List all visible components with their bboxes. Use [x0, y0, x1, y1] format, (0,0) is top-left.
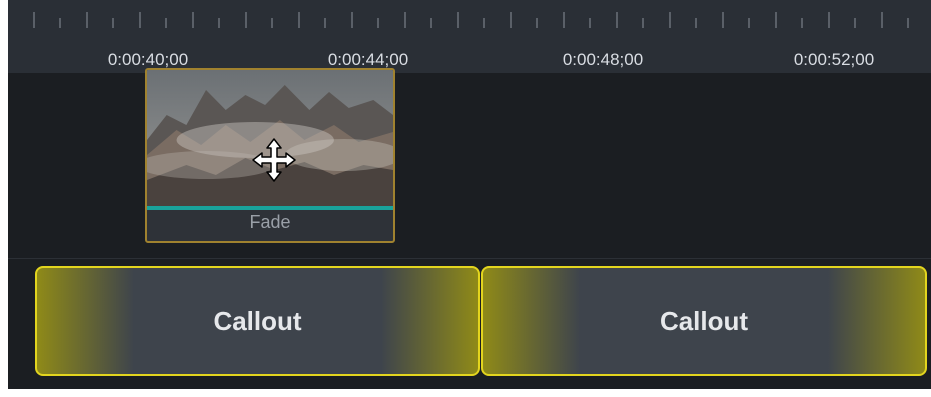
move-cursor-icon: [252, 138, 296, 182]
callout-label: Callout: [213, 305, 302, 336]
ruler-label-0-48: 0:00:48;00: [562, 50, 644, 69]
time-ruler[interactable]: 0:00:40;00 0:00:44;00 0:00:48;00 0:00:52…: [8, 0, 931, 73]
callout-clip-2[interactable]: Callout: [481, 266, 927, 376]
transition-indicator: [147, 206, 393, 210]
ruler-ticks: [33, 12, 909, 28]
clip-label: Fade: [249, 212, 291, 232]
ruler-label-0-40: 0:00:40;00: [107, 50, 189, 69]
media-clip-selected[interactable]: Fade: [145, 68, 395, 243]
ruler-label-0-52: 0:00:52;00: [793, 50, 875, 69]
callout-label: Callout: [659, 305, 749, 336]
timeline-panel: 0:00:40;00 0:00:44;00 0:00:48;00 0:00:52…: [8, 0, 931, 389]
ruler-label-0-44: 0:00:44;00: [327, 50, 409, 69]
callout-clip-1[interactable]: Callout: [35, 266, 480, 376]
